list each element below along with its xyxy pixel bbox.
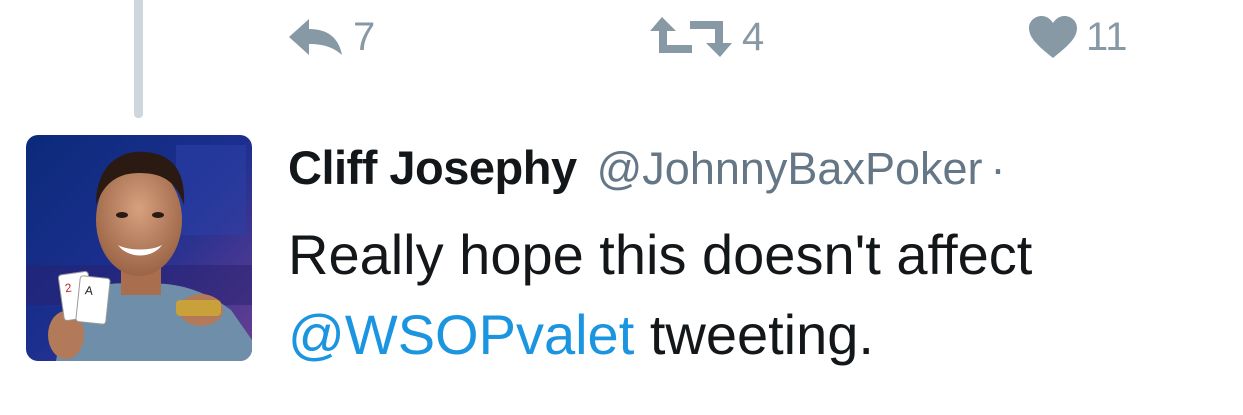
mention-link[interactable]: @WSOPvalet xyxy=(288,303,634,366)
tweet-text-part1: Really hope this doesn't affect xyxy=(288,223,1033,286)
reply-count: 7 xyxy=(353,15,376,59)
avatar[interactable]: 2 A xyxy=(26,135,252,361)
reply-icon xyxy=(287,15,345,59)
tweet-text: Really hope this doesn't affect @WSOPval… xyxy=(288,215,1233,375)
retweet-count: 4 xyxy=(742,15,765,59)
reply-button[interactable]: 7 xyxy=(287,12,375,62)
user-handle[interactable]: @JohnnyBaxPoker xyxy=(597,143,983,195)
retweet-icon xyxy=(648,15,734,59)
like-button[interactable]: 11 xyxy=(1028,12,1128,62)
like-count: 11 xyxy=(1086,15,1128,59)
tweet-header: Cliff Josephy @JohnnyBaxPoker · xyxy=(288,140,1006,196)
retweet-button[interactable]: 4 xyxy=(648,12,764,62)
svg-text:A: A xyxy=(84,283,93,298)
heart-icon xyxy=(1028,15,1078,59)
tweet-text-part2: tweeting. xyxy=(634,303,874,366)
separator-dot: · xyxy=(990,143,1006,194)
thread-connector-line xyxy=(134,0,143,118)
display-name[interactable]: Cliff Josephy xyxy=(288,140,577,195)
